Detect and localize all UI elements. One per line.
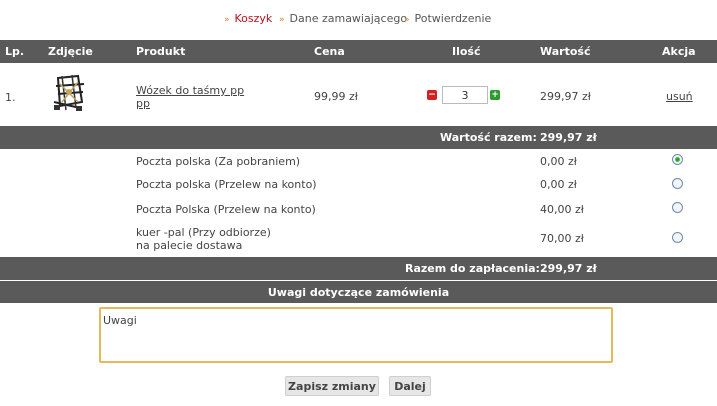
checkout-steps: » Koszyk » Dane zamawiającego » Potwierdzen… [0,12,717,26]
step-customer-data[interactable]: » Dane zamawiającego [279,12,407,25]
arrow-right-icon: » [404,15,410,25]
col-value: Wartość [540,45,591,58]
row-price: 99,99 zł [314,90,358,103]
subtotal-value: 299,97 zł [540,131,597,144]
product-name-suffix: pp [136,97,150,110]
shipping-radio-4[interactable] [672,232,683,243]
shipping-option-label: Poczta polska (Przelew na konto) [136,178,317,191]
shipping-radio-1[interactable] [672,154,683,165]
row-value: 299,97 zł [540,90,591,103]
step-customer-data-label: Dane zamawiającego [289,12,408,25]
total-bar: Razem do zapłacenia: 299,97 zł [0,257,717,280]
notes-header: Uwagi dotyczące zamówienia [0,281,717,303]
next-button[interactable]: Dalej [389,376,431,396]
shipping-option-sublabel: na palecie dostawa [136,239,243,252]
subtotal-bar: Wartość razem: 299,97 zł [0,126,717,149]
subtotal-label: Wartość razem: [440,131,537,144]
row-lp: 1. [5,91,16,104]
arrow-right-icon: » [224,15,230,25]
product-name: Wózek do taśmy pp [136,84,245,97]
save-changes-button[interactable]: Zapisz zmiany [285,376,379,396]
step-confirmation-label: Potwierdzenie [414,12,492,25]
col-photo: Zdjęcie [48,45,93,58]
shipping-radio-2[interactable] [672,178,683,189]
product-link[interactable]: Wózek do taśmy pp pp [136,84,246,110]
step-cart-label: Koszyk [234,12,273,25]
arrow-right-icon: » [279,15,285,25]
shipping-option-price: 40,00 zł [540,203,584,216]
notes-header-label: Uwagi dotyczące zamówienia [267,286,450,299]
cart-table-header: Lp. Zdjęcie Produkt Cena Ilość Wartość A… [0,40,717,63]
col-lp: Lp. [5,45,25,58]
notes-textarea[interactable]: Uwagi [99,307,613,363]
step-cart[interactable]: » Koszyk [224,12,272,25]
col-action: Akcja [662,45,696,58]
shipping-option-price: 0,00 zł [540,155,577,168]
total-value: 299,97 zł [540,262,597,275]
total-label: Razem do zapłacenia: [405,262,540,275]
col-qty: Ilość [452,45,481,58]
shipping-option-label: Poczta Polska (Przelew na konto) [136,203,316,216]
shipping-option-label: Poczta polska (Za pobraniem) [136,155,301,168]
shipping-option-price: 0,00 zł [540,178,577,191]
shipping-option-price: 70,00 zł [540,232,584,245]
shipping-option-label: kuer -pal (Przy odbiorze) [136,226,271,239]
quantity-input[interactable] [442,86,488,104]
increase-qty-button[interactable]: + [490,90,500,100]
col-product: Produkt [136,45,186,58]
decrease-qty-button[interactable]: − [427,90,437,100]
col-price: Cena [314,45,345,58]
shipping-radio-3[interactable] [672,202,683,213]
step-confirmation[interactable]: » Potwierdzenie [404,12,491,25]
product-thumbnail [50,72,88,114]
remove-link[interactable]: usuń [666,90,693,103]
